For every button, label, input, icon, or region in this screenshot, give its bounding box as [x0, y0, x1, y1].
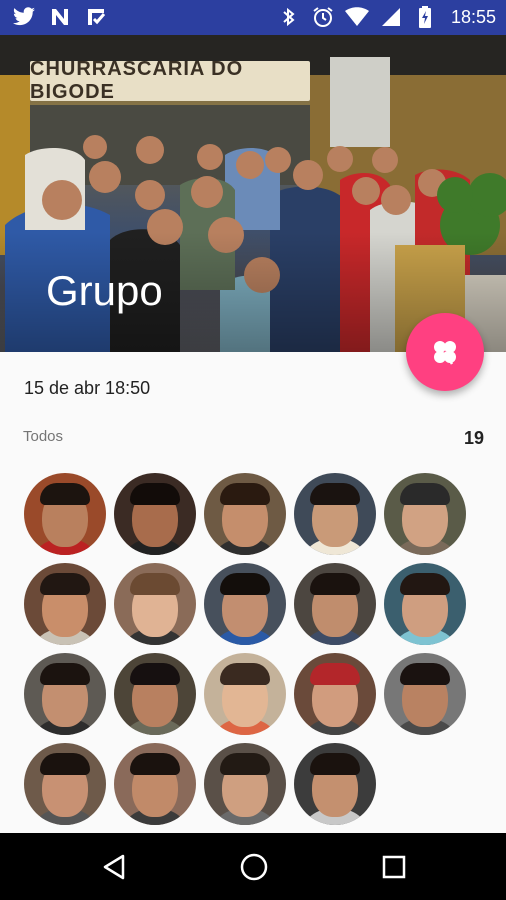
member-avatar[interactable] — [204, 563, 286, 645]
group-header-photo: CHURRASCARIA DO BIGODE Grupo — [0, 35, 506, 352]
member-avatar[interactable] — [204, 653, 286, 735]
clock: 18:55 — [450, 7, 496, 27]
member-avatar[interactable] — [294, 743, 376, 825]
avatar-hair — [310, 663, 360, 685]
n-app-icon — [48, 6, 72, 28]
member-avatar[interactable] — [204, 473, 286, 555]
clover-icon — [434, 341, 456, 365]
avatar-hair — [40, 573, 90, 595]
member-avatar[interactable] — [204, 743, 286, 825]
system-icons: 18:55 — [277, 6, 496, 28]
avatar-hair — [400, 483, 450, 505]
avatar-hair — [220, 483, 270, 505]
member-avatar[interactable] — [114, 653, 196, 735]
avatar-hair — [40, 663, 90, 685]
avatar-hair — [40, 483, 90, 505]
member-avatar[interactable] — [384, 653, 466, 735]
navigation-bar — [0, 833, 506, 900]
member-avatar[interactable] — [384, 563, 466, 645]
recents-button[interactable] — [376, 849, 412, 885]
notification-icons — [12, 6, 108, 28]
member-avatar[interactable] — [114, 563, 196, 645]
member-avatar[interactable] — [114, 743, 196, 825]
members-count: 19 — [463, 428, 484, 448]
signal-icon — [379, 6, 403, 28]
member-avatar[interactable] — [24, 653, 106, 735]
alarm-icon — [311, 6, 335, 28]
bluetooth-icon — [277, 6, 301, 28]
event-datetime: 15 de abr 18:50 — [24, 378, 151, 398]
member-avatar[interactable] — [114, 473, 196, 555]
member-avatar[interactable] — [24, 473, 106, 555]
twitter-icon — [12, 6, 36, 28]
avatar-hair — [130, 753, 180, 775]
member-avatar[interactable] — [384, 473, 466, 555]
avatar-hair — [130, 483, 180, 505]
clover-fab-button[interactable] — [406, 313, 484, 391]
tasks-app-icon — [84, 6, 108, 28]
avatar-hair — [130, 663, 180, 685]
member-avatar[interactable] — [294, 473, 376, 555]
battery-charging-icon — [413, 6, 437, 28]
member-avatar[interactable] — [24, 743, 106, 825]
avatar-hair — [400, 663, 450, 685]
avatar-hair — [310, 753, 360, 775]
members-label: Todos — [23, 428, 64, 445]
avatar-hair — [220, 753, 270, 775]
member-avatar[interactable] — [294, 653, 376, 735]
wifi-icon — [344, 6, 369, 28]
avatar-hair — [40, 753, 90, 775]
member-avatar[interactable] — [24, 563, 106, 645]
member-avatar[interactable] — [294, 563, 376, 645]
avatar-hair — [220, 573, 270, 595]
avatar-hair — [310, 483, 360, 505]
back-button[interactable] — [96, 849, 132, 885]
home-icon — [240, 853, 268, 881]
avatar-hair — [310, 573, 360, 595]
avatar-hair — [220, 663, 270, 685]
recents-icon — [382, 855, 406, 879]
back-icon — [103, 854, 125, 880]
home-button[interactable] — [236, 849, 272, 885]
avatar-hair — [400, 573, 450, 595]
status-bar: 18:55 — [0, 0, 506, 35]
avatar-hair — [130, 573, 180, 595]
restaurant-sign: CHURRASCARIA DO BIGODE — [30, 58, 310, 103]
group-title: Grupo — [46, 267, 163, 314]
